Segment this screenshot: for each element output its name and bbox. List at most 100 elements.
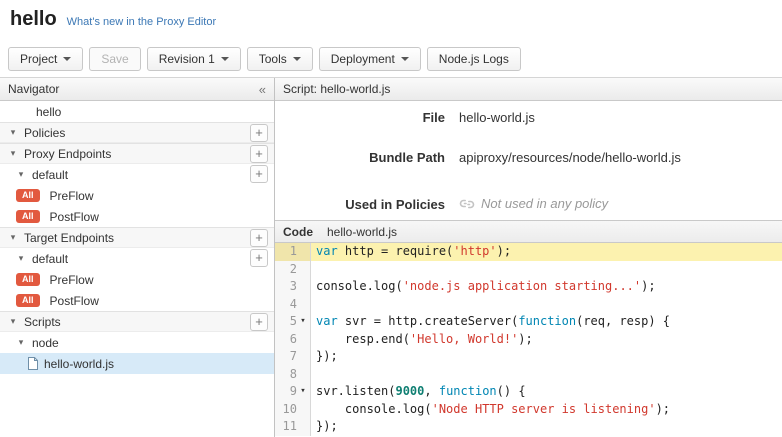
file-field-value: hello-world.js xyxy=(459,110,535,125)
fold-arrow-icon[interactable]: ▾ xyxy=(297,313,309,331)
code-line-text[interactable]: resp.end('Hello, World!'); xyxy=(311,331,782,349)
deployment-menu-button[interactable]: Deployment xyxy=(319,47,421,71)
navigator-tree: hello▾Policies+▾Proxy Endpoints+▾default… xyxy=(0,101,274,437)
code-editor[interactable]: 1var http = require('http');23console.lo… xyxy=(275,243,782,437)
flow-condition-badge: All xyxy=(16,273,40,286)
main-layout: Navigator « hello▾Policies+▾Proxy Endpoi… xyxy=(0,78,782,437)
nav-row-label: node xyxy=(32,336,59,350)
nodejs-logs-button[interactable]: Node.js Logs xyxy=(427,47,521,71)
add-default-button[interactable]: + xyxy=(250,249,268,267)
project-menu-label: Project xyxy=(20,52,57,66)
nav-flow-postflow[interactable]: AllPostFlow xyxy=(0,206,274,227)
fold-spacer xyxy=(297,331,309,349)
code-line-text[interactable] xyxy=(311,366,782,384)
nav-subsection-default[interactable]: ▾default+ xyxy=(0,164,274,185)
code-line-text[interactable]: var svr = http.createServer(function(req… xyxy=(311,313,782,331)
gutter-cell: 7 xyxy=(275,348,311,366)
code-token: svr.listen( xyxy=(316,384,395,398)
app-header: hello What's new in the Proxy Editor xyxy=(0,0,782,40)
file-field-label: File xyxy=(275,110,445,125)
used-in-policies-field: Used in Policies Not used in any policy xyxy=(275,196,782,212)
broken-link-icon xyxy=(459,199,475,209)
nav-row-label: PostFlow xyxy=(50,210,99,224)
nav-subsection-node[interactable]: ▾ node xyxy=(0,332,274,353)
nav-flow-preflow[interactable]: AllPreFlow xyxy=(0,269,274,290)
flow-condition-badge: All xyxy=(16,189,40,202)
code-header-filename: hello-world.js xyxy=(327,225,397,239)
code-line-text[interactable]: var http = require('http'); xyxy=(311,243,782,261)
tools-menu-button[interactable]: Tools xyxy=(247,47,313,71)
nav-item-hello[interactable]: hello xyxy=(0,101,274,122)
disclosure-triangle-icon[interactable]: ▾ xyxy=(8,232,18,243)
code-token: var xyxy=(316,314,338,328)
disclosure-triangle-icon[interactable]: ▾ xyxy=(8,148,18,159)
disclosure-triangle-icon[interactable]: ▾ xyxy=(16,169,26,180)
add-target-endpoints-button[interactable]: + xyxy=(250,229,268,247)
nav-section-policies[interactable]: ▾ Policies + xyxy=(0,122,274,143)
code-line-text[interactable]: }); xyxy=(311,348,782,366)
fold-spacer xyxy=(297,418,309,436)
nav-file-hello-world.js[interactable]: hello-world.js xyxy=(0,353,274,374)
used-in-policies-text: Not used in any policy xyxy=(481,196,608,211)
navigator-header: Navigator « xyxy=(0,78,274,101)
code-line-text[interactable]: console.log('node.js application startin… xyxy=(311,278,782,296)
caret-down-icon xyxy=(63,57,71,61)
gutter-cell: 4 xyxy=(275,296,311,314)
save-button[interactable]: Save xyxy=(89,47,140,71)
line-number: 5 xyxy=(275,313,297,331)
fold-spacer xyxy=(297,243,309,261)
gutter-cell: 8 xyxy=(275,366,311,384)
project-menu-button[interactable]: Project xyxy=(8,47,83,71)
code-token: 'node.js application starting...' xyxy=(403,279,641,293)
collapse-navigator-button[interactable]: « xyxy=(259,82,266,97)
code-line: 3 console.log('node.js application starti… xyxy=(275,278,782,296)
used-in-policies-field-value: Not used in any policy xyxy=(459,196,608,211)
code-token: }); xyxy=(316,349,338,363)
add-scripts-button[interactable]: + xyxy=(250,313,268,331)
add-proxy-endpoints-button[interactable]: + xyxy=(250,145,268,163)
script-panel-title: Script: hello-world.js xyxy=(283,82,390,96)
nav-flow-preflow[interactable]: AllPreFlow xyxy=(0,185,274,206)
used-in-policies-field-label: Used in Policies xyxy=(275,197,445,212)
whats-new-link[interactable]: What's new in the Proxy Editor xyxy=(67,16,216,28)
revision-menu-button[interactable]: Revision 1 xyxy=(147,47,241,71)
disclosure-triangle-icon[interactable]: ▾ xyxy=(16,337,26,348)
nav-section-scripts[interactable]: ▾Scripts+ xyxy=(0,311,274,332)
code-line-text[interactable] xyxy=(311,296,782,314)
caret-down-icon xyxy=(401,57,409,61)
fold-spacer xyxy=(297,296,309,314)
code-token: console.log( xyxy=(316,279,403,293)
gutter-cell: 5▾ xyxy=(275,313,311,331)
nav-flow-postflow[interactable]: AllPostFlow xyxy=(0,290,274,311)
line-number: 7 xyxy=(275,348,297,366)
line-number: 9 xyxy=(275,383,297,401)
nav-section-target-endpoints[interactable]: ▾Target Endpoints+ xyxy=(0,227,274,248)
code-token: function xyxy=(518,314,576,328)
code-line: 10 console.log('Node HTTP server is list… xyxy=(275,401,782,419)
gutter-cell: 11 xyxy=(275,418,311,436)
add-default-button[interactable]: + xyxy=(250,165,268,183)
fold-spacer xyxy=(297,348,309,366)
code-line-text[interactable]: console.log('Node HTTP server is listeni… xyxy=(311,401,782,419)
line-number: 3 xyxy=(275,278,297,296)
add-policies-button[interactable]: + xyxy=(250,124,268,142)
disclosure-triangle-icon[interactable]: ▾ xyxy=(16,253,26,264)
code-token: 'Hello, World!' xyxy=(410,332,518,346)
nav-row-label: hello xyxy=(6,105,61,119)
code-token: ); xyxy=(656,402,670,416)
nav-section-proxy-endpoints[interactable]: ▾Proxy Endpoints+ xyxy=(0,143,274,164)
line-number: 6 xyxy=(275,331,297,349)
code-line-text[interactable]: svr.listen(9000, function() { xyxy=(311,383,782,401)
nav-subsection-default[interactable]: ▾default+ xyxy=(0,248,274,269)
nav-row-label: Policies xyxy=(24,126,65,140)
disclosure-triangle-icon[interactable]: ▾ xyxy=(8,316,18,327)
code-token: ); xyxy=(518,332,532,346)
caret-down-icon xyxy=(293,57,301,61)
code-token: () { xyxy=(497,384,526,398)
disclosure-triangle-icon[interactable]: ▾ xyxy=(8,127,18,138)
proxy-name-title: hello xyxy=(10,8,57,31)
code-line-text[interactable] xyxy=(311,261,782,279)
code-line: 8 xyxy=(275,366,782,384)
code-line-text[interactable]: }); xyxy=(311,418,782,436)
fold-arrow-icon[interactable]: ▾ xyxy=(297,383,309,401)
